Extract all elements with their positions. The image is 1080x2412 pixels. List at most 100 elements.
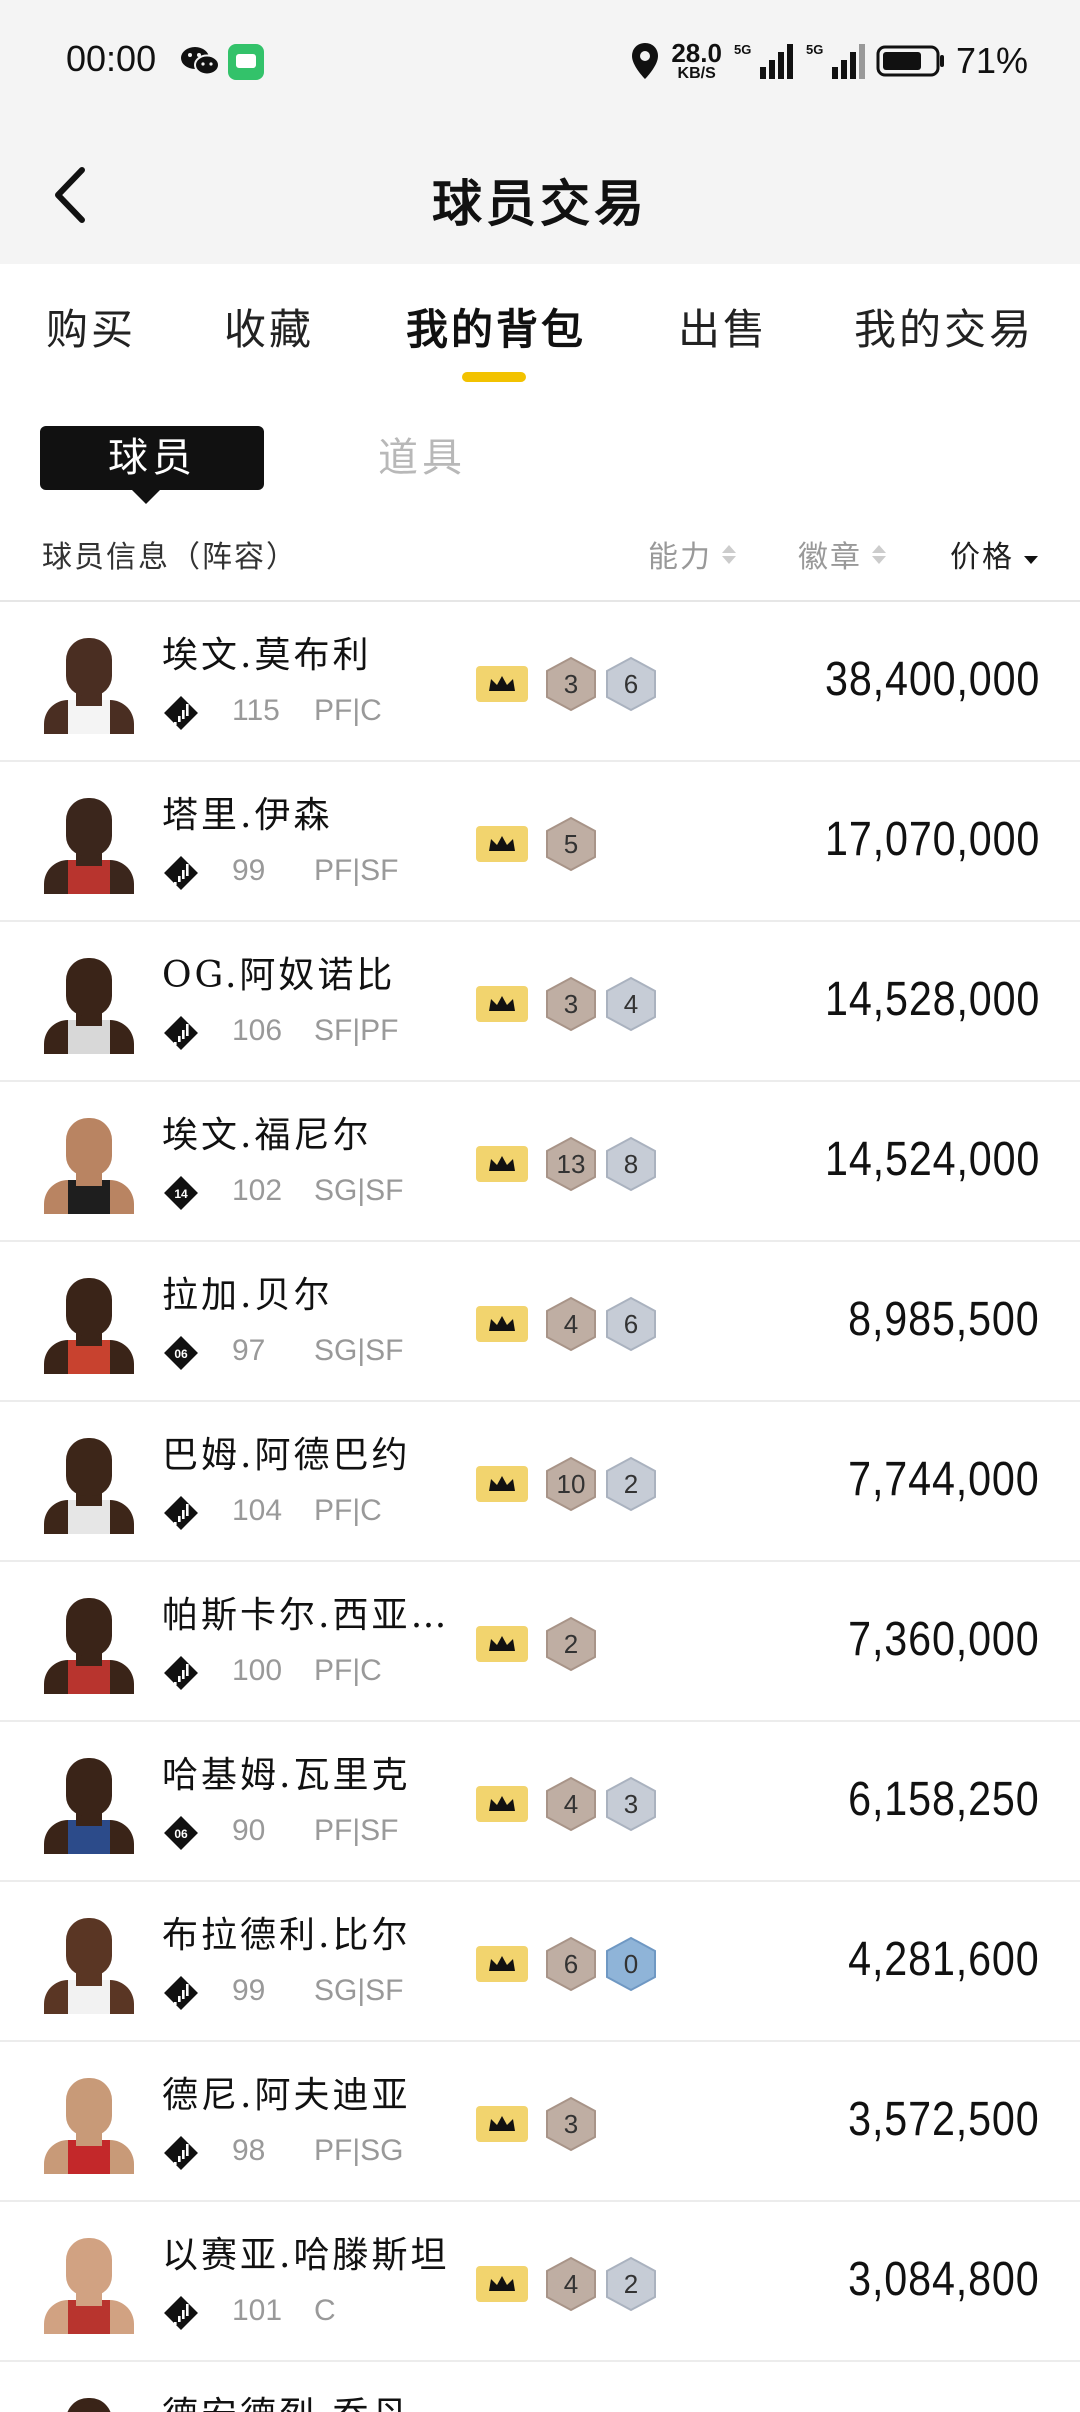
player-row[interactable]: 埃文.莫布利 115 PF|C 3 6 38,400,000 bbox=[0, 602, 1080, 762]
crown-icon bbox=[476, 2266, 528, 2302]
badge-count-value: 3 bbox=[563, 2109, 579, 2139]
tier-signal-icon bbox=[164, 2296, 198, 2330]
tier-number-text: 06 bbox=[174, 1827, 188, 1841]
5g-signal-icon: 5G bbox=[734, 42, 793, 79]
sort-ability[interactable]: 能力 bbox=[648, 532, 736, 576]
player-position: C bbox=[314, 2294, 336, 2327]
player-row[interactable]: 巴姆.阿德巴约 104 PF|C 10 2 7,744,000 bbox=[0, 1402, 1080, 1562]
player-row[interactable]: 塔里.伊森 99 PF|SF 5 17,070,000 bbox=[0, 762, 1080, 922]
player-rating: 98 bbox=[232, 2134, 266, 2167]
network-speed: 28.0 KB/S bbox=[671, 40, 722, 82]
badge-count-value: 10 bbox=[556, 1469, 586, 1499]
badge-count-silver: 6 bbox=[604, 1296, 658, 1352]
badge-count-silver: 4 bbox=[604, 976, 658, 1032]
badge-count-value: 6 bbox=[563, 1949, 579, 1979]
badge-count-value: 5 bbox=[563, 829, 579, 859]
player-position: SF|PF bbox=[314, 1014, 399, 1047]
player-position: PF|SF bbox=[314, 1814, 399, 1847]
player-row[interactable]: 帕斯卡尔.西亚卡姆 100 PF|C 2 7,360,000 bbox=[0, 1562, 1080, 1722]
tier-signal-icon bbox=[164, 2136, 198, 2170]
tier-number-icon: 06 bbox=[164, 1336, 198, 1370]
player-row[interactable]: 德尼.阿夫迪亚 98 PF|SG 3 3,572,500 bbox=[0, 2042, 1080, 2202]
subtab-players[interactable]: 球员 bbox=[40, 426, 264, 504]
player-rating: 100 bbox=[232, 1654, 283, 1687]
player-price: 7,360,000 bbox=[848, 1613, 1040, 1666]
sort-arrows-icon bbox=[722, 544, 736, 564]
sort-badges[interactable]: 徽章 bbox=[798, 532, 886, 576]
subtab-items[interactable]: 道具 bbox=[378, 426, 466, 490]
badge-count-silver: 3 bbox=[604, 1776, 658, 1832]
player-avatar bbox=[40, 1590, 136, 1694]
player-avatar bbox=[40, 1270, 136, 1374]
badge-count-value: 4 bbox=[563, 1309, 579, 1339]
player-name: 帕斯卡尔.西亚卡姆 bbox=[162, 1595, 452, 1636]
player-row[interactable]: OG.阿奴诺比 106 SF|PF 3 4 14,528,000 bbox=[0, 922, 1080, 1082]
player-avatar bbox=[40, 790, 136, 894]
player-rating: 97 bbox=[232, 1334, 266, 1367]
player-rating: 99 bbox=[232, 1974, 266, 2007]
tab-favorites[interactable]: 收藏 bbox=[224, 296, 314, 357]
status-right-group: 28.0 KB/S 5G 5G 71% bbox=[629, 36, 1028, 86]
badge-count-value: 0 bbox=[623, 1949, 639, 1979]
player-rating: 99 bbox=[232, 854, 266, 887]
player-row[interactable]: 拉加.贝尔 06 97 SG|SF 4 6 8,985,500 bbox=[0, 1242, 1080, 1402]
player-row[interactable]: 以赛亚.哈滕斯坦 101 C 4 2 3,084,800 bbox=[0, 2202, 1080, 2362]
badge-count-value: 3 bbox=[623, 1789, 639, 1819]
location-icon bbox=[632, 43, 659, 79]
tier-number-text: 14 bbox=[174, 1187, 188, 1201]
badge-count-bronze: 6 bbox=[544, 1936, 598, 1992]
player-position: SG|SF bbox=[314, 1174, 404, 1207]
player-rating: 106 bbox=[232, 1014, 283, 1047]
page-header: 球员交易 bbox=[0, 124, 1080, 264]
status-bar: 00:00 28.0 KB/S 5G 5G 71% bbox=[0, 0, 1080, 124]
tab-sell[interactable]: 出售 bbox=[678, 296, 768, 357]
tab-buy[interactable]: 购买 bbox=[46, 296, 136, 357]
badge-count-value: 4 bbox=[563, 1789, 579, 1819]
network-speed-unit: KB/S bbox=[677, 65, 716, 82]
player-rating: 102 bbox=[232, 1174, 283, 1207]
player-price: 14,524,000 bbox=[824, 1133, 1040, 1186]
player-row[interactable]: 埃文.福尼尔 14 102 SG|SF 13 8 14,524,000 bbox=[0, 1082, 1080, 1242]
player-price: 14,528,000 bbox=[824, 973, 1040, 1026]
player-name: 以赛亚.哈滕斯坦 bbox=[162, 2235, 450, 2276]
badge-count-value: 2 bbox=[563, 1629, 579, 1659]
player-position: SG|SF bbox=[314, 1334, 404, 1367]
player-name: 德尼.阿夫迪亚 bbox=[162, 2075, 411, 2116]
player-price: 7,744,000 bbox=[848, 1453, 1040, 1506]
player-row[interactable]: 布拉德利.比尔 99 SG|SF 6 0 4,281,600 bbox=[0, 1882, 1080, 2042]
badge-count-bronze: 3 bbox=[544, 976, 598, 1032]
tier-signal-icon bbox=[164, 1016, 198, 1050]
player-avatar bbox=[40, 2070, 136, 2174]
svg-text:5G: 5G bbox=[734, 42, 751, 57]
crown-icon bbox=[476, 1786, 528, 1822]
crown-icon bbox=[476, 986, 528, 1022]
sort-price[interactable]: 价格 bbox=[950, 532, 1038, 576]
badge-count-silver: 2 bbox=[604, 1456, 658, 1512]
column-player-info: 球员信息（阵容） bbox=[42, 540, 298, 575]
battery-icon bbox=[876, 45, 944, 77]
tab-my-trades[interactable]: 我的交易 bbox=[854, 296, 1034, 357]
player-row[interactable]: 哈基姆.瓦里克 06 90 PF|SF 4 3 6,158,250 bbox=[0, 1722, 1080, 1882]
tab-my-backpack[interactable]: 我的背包 bbox=[406, 296, 586, 357]
badge-count-bronze: 2 bbox=[544, 1616, 598, 1672]
player-position: PF|C bbox=[314, 1494, 382, 1527]
player-price: 3,084,800 bbox=[848, 2253, 1040, 2306]
badge-count-value: 4 bbox=[563, 2269, 579, 2299]
badge-count-bronze: 3 bbox=[544, 656, 598, 712]
player-price: 8,985,500 bbox=[848, 1293, 1040, 1346]
player-row[interactable]: 德安德烈.乔丹 bbox=[0, 2362, 1080, 2412]
badge-count-value: 13 bbox=[556, 1149, 586, 1179]
badge-count-value: 8 bbox=[623, 1149, 639, 1179]
player-list: 埃文.莫布利 115 PF|C 3 6 38,400,000 塔里.伊森 99 PF|SF 5 17… bbox=[0, 602, 1080, 2412]
sort-price-label: 价格 bbox=[950, 540, 1014, 575]
player-price: 38,400,000 bbox=[824, 653, 1040, 706]
tier-signal-icon bbox=[164, 1656, 198, 1690]
crown-icon bbox=[476, 666, 528, 702]
player-price: 17,070,000 bbox=[824, 813, 1040, 866]
badge-count-value: 3 bbox=[563, 669, 579, 699]
player-avatar bbox=[40, 950, 136, 1054]
sort-arrows-icon bbox=[872, 544, 886, 564]
player-rating: 101 bbox=[232, 2294, 283, 2327]
badge-count-bronze: 13 bbox=[544, 1136, 598, 1192]
player-name: 哈基姆.瓦里克 bbox=[162, 1755, 411, 1796]
